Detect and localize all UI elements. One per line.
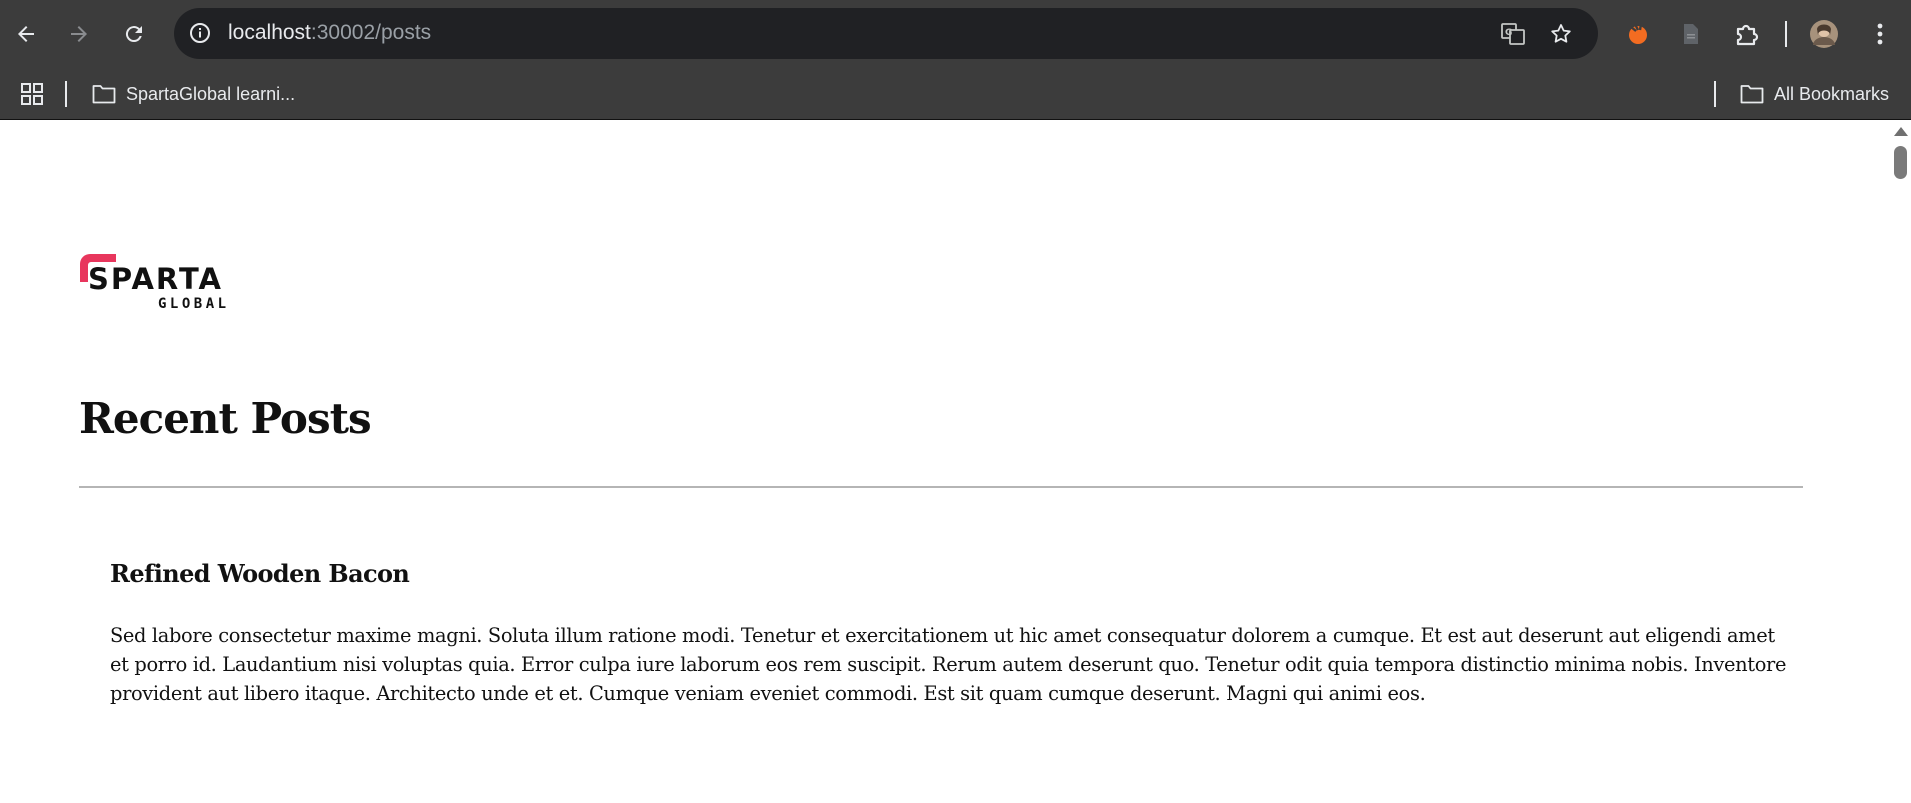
bookmark-star-icon [1551, 24, 1571, 43]
bookmark-folder-spartaglobal[interactable]: SpartaGlobal learni... [92, 79, 295, 109]
bookmark-folder-label: SpartaGlobal learni... [126, 83, 296, 104]
apps-grid-icon [21, 83, 43, 105]
back-button[interactable] [6, 14, 46, 54]
apps-button[interactable] [20, 79, 44, 109]
page-title: Recent Posts [79, 394, 372, 443]
scroll-up-arrow[interactable] [1894, 127, 1908, 136]
url-path: :30002/posts [310, 21, 432, 44]
sparta-global-logo[interactable]: SPARTA GLOBAL [78, 252, 234, 315]
svg-text:G: G [1505, 28, 1512, 38]
extension-button[interactable] [1620, 16, 1656, 52]
profile-button[interactable] [1806, 16, 1842, 52]
translate-icon: G [1501, 23, 1525, 45]
all-bookmarks-label: All Bookmarks [1774, 83, 1890, 104]
profile-avatar [1810, 20, 1838, 48]
page-viewport: SPARTA GLOBAL Recent Posts Refined Woode… [0, 121, 1890, 803]
toolbar-separator [1785, 21, 1787, 47]
translate-button[interactable]: G [1498, 19, 1528, 49]
extensions-puzzle-icon [1736, 24, 1759, 46]
bookmarks-bar: SpartaGlobal learni... All Bookmarks [0, 68, 1911, 120]
scroll-thumb[interactable] [1894, 146, 1907, 179]
address-bar[interactable]: localhost:30002/posts G [174, 8, 1598, 59]
browser-toolbar: localhost:30002/posts G [0, 0, 1911, 68]
bookmark-star-button[interactable] [1546, 19, 1576, 49]
folder-icon [1740, 85, 1764, 104]
back-arrow-icon [18, 26, 34, 42]
sparta-global-logo-graphic: SPARTA GLOBAL [80, 254, 230, 312]
extension-icon [1629, 23, 1647, 44]
browser-menu-button[interactable] [1862, 16, 1898, 52]
forward-button[interactable] [59, 14, 99, 54]
all-bookmarks-button[interactable]: All Bookmarks [1740, 79, 1889, 109]
folder-icon [92, 85, 116, 104]
bookmarks-separator [65, 81, 67, 107]
bookmarks-separator-right [1714, 81, 1716, 107]
extensions-menu-button[interactable] [1728, 16, 1764, 52]
document-extension-button[interactable] [1673, 16, 1709, 52]
page-scrollbar[interactable] [1890, 121, 1911, 803]
forward-arrow-icon [71, 26, 87, 42]
svg-text:SPARTA: SPARTA [88, 262, 223, 296]
svg-text:GLOBAL: GLOBAL [158, 296, 230, 310]
title-divider [79, 486, 1803, 488]
post-title[interactable]: Refined Wooden Bacon [110, 559, 410, 588]
reload-icon [125, 26, 142, 43]
menu-kebab-icon [1877, 23, 1883, 45]
document-icon [1684, 24, 1698, 44]
post-body: Sed labore consectetur maxime magni. Sol… [110, 624, 1787, 705]
url-host: localhost [228, 21, 311, 44]
site-info-button[interactable] [186, 19, 214, 47]
site-info-icon [190, 23, 210, 43]
url-text[interactable]: localhost:30002/posts [228, 21, 431, 45]
reload-button[interactable] [114, 14, 154, 54]
